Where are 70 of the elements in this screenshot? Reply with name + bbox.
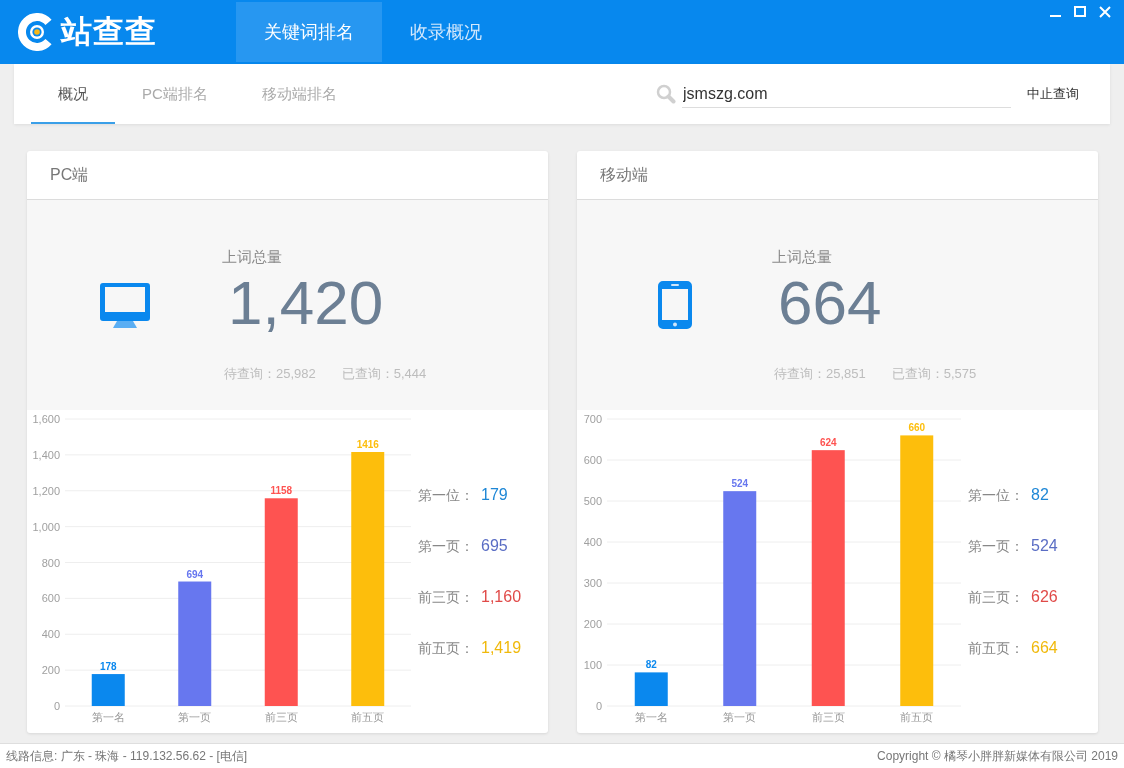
legend-value: 695 bbox=[481, 536, 508, 555]
legend-label: 前三页： bbox=[968, 588, 1024, 607]
maximize-icon[interactable] bbox=[1074, 6, 1086, 17]
y-axis-label: 1,400 bbox=[32, 448, 60, 461]
x-axis-label: 第一页 bbox=[178, 711, 212, 723]
legend-label: 前五页： bbox=[418, 639, 474, 658]
total-count: 1,420 bbox=[227, 272, 384, 334]
y-axis-label: 800 bbox=[41, 556, 60, 569]
panel-title: PC端 bbox=[50, 164, 89, 185]
y-axis-label: 200 bbox=[41, 664, 60, 677]
smartphone-icon bbox=[657, 281, 692, 329]
close-icon[interactable] bbox=[1099, 6, 1111, 18]
bar-value-label: 1416 bbox=[356, 439, 379, 450]
total-count: 664 bbox=[777, 272, 882, 334]
bar-value-label: 524 bbox=[731, 478, 749, 490]
subnav-tab[interactable]: 概况 bbox=[31, 64, 115, 124]
total-label: 上词总量 bbox=[772, 248, 832, 266]
x-axis-label: 第一页 bbox=[723, 711, 757, 723]
subnav-tab[interactable]: PC端排名 bbox=[115, 64, 235, 124]
x-axis-label: 前五页 bbox=[351, 711, 385, 723]
legend-value: 664 bbox=[1031, 638, 1058, 657]
bar-value-label: 660 bbox=[908, 422, 926, 434]
bar-value-label: 624 bbox=[819, 437, 837, 449]
y-axis-label: 0 bbox=[53, 700, 60, 712]
x-axis-label: 第一名 bbox=[91, 711, 125, 723]
app-name: 站查查 bbox=[61, 13, 157, 51]
y-axis-label: 100 bbox=[583, 659, 602, 671]
subnav-tab[interactable]: 移动端排名 bbox=[234, 64, 364, 124]
route-info: 线路信息: 广东 - 珠海 - 119.132.56.62 - [电信] bbox=[6, 747, 248, 765]
legend-value: 179 bbox=[481, 485, 508, 504]
legend-value: 1,419 bbox=[481, 638, 522, 657]
legend-value: 82 bbox=[1031, 485, 1049, 504]
y-axis-label: 1,600 bbox=[32, 413, 60, 425]
legend-label: 第一页： bbox=[968, 537, 1024, 556]
copyright-text: Copyright © 橘琴小胖胖新媒体有限公司 2019 bbox=[877, 747, 1118, 765]
y-axis-label: 700 bbox=[583, 413, 602, 425]
panel-title: 移动端 bbox=[600, 164, 648, 185]
y-axis-label: 200 bbox=[583, 618, 602, 630]
legend-label: 第一位： bbox=[968, 486, 1024, 505]
bar-value-label: 694 bbox=[186, 568, 204, 580]
search-icon bbox=[656, 84, 676, 104]
legend-value: 626 bbox=[1031, 587, 1058, 606]
y-axis-label: 600 bbox=[41, 592, 60, 605]
y-axis-label: 600 bbox=[583, 454, 602, 466]
monitor-icon bbox=[99, 282, 150, 328]
stop-query-button[interactable]: 中止查询 bbox=[1027, 85, 1079, 103]
legend-value: 1,160 bbox=[481, 587, 522, 606]
y-axis-label: 1,200 bbox=[32, 484, 60, 497]
legend-label: 前三页： bbox=[418, 588, 474, 607]
nav-tab[interactable]: 收录概况 bbox=[382, 2, 510, 62]
y-axis-label: 300 bbox=[583, 577, 602, 589]
x-axis-label: 第一名 bbox=[634, 711, 668, 723]
legend-label: 第一位： bbox=[418, 486, 474, 505]
bar-value-label: 1158 bbox=[270, 485, 293, 497]
y-axis-label: 1,000 bbox=[32, 520, 60, 533]
y-axis-label: 500 bbox=[583, 495, 602, 507]
y-axis-label: 0 bbox=[595, 700, 602, 712]
legend-label: 前五页： bbox=[968, 639, 1024, 658]
stat-text: 待查询：25,851 bbox=[774, 366, 866, 382]
nav-tab[interactable]: 关键词排名 bbox=[236, 2, 382, 62]
y-axis-label: 400 bbox=[583, 536, 602, 548]
y-axis-label: 400 bbox=[41, 628, 60, 641]
stat-text: 待查询：25,982 bbox=[224, 366, 316, 382]
search-field[interactable]: jsmszg.com bbox=[682, 80, 1011, 108]
legend-label: 第一页： bbox=[418, 537, 474, 556]
x-axis-label: 前五页 bbox=[900, 711, 934, 723]
legend-value: 524 bbox=[1031, 536, 1058, 555]
total-label: 上词总量 bbox=[222, 248, 282, 266]
bar-value-label: 178 bbox=[99, 661, 117, 673]
bar-value-label: 82 bbox=[645, 659, 657, 671]
